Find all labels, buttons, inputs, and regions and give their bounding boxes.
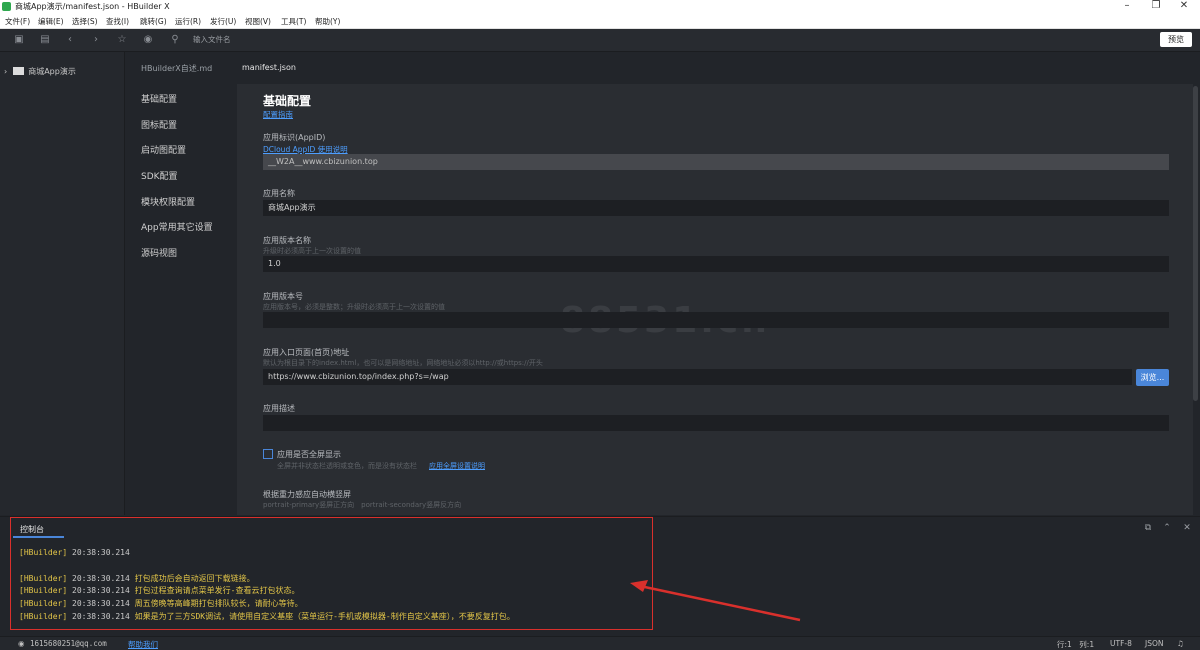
nav-other-settings[interactable]: App常用其它设置: [141, 220, 213, 233]
new-file-icon[interactable]: ▣: [12, 33, 26, 47]
forward-icon[interactable]: ›: [89, 33, 103, 47]
chevron-up-icon[interactable]: ⌃: [1161, 523, 1173, 533]
cursor-position[interactable]: 行:1 列:1: [1057, 639, 1094, 650]
maximize-panel-icon[interactable]: ⧉: [1142, 523, 1154, 533]
user-account[interactable]: 1615680251@qq.com: [30, 639, 107, 648]
guide-link[interactable]: 配置指南: [263, 109, 293, 120]
orientation-label: 根据重力感应自动横竖屏: [263, 490, 351, 499]
version-code-label: 应用版本号: [263, 292, 303, 301]
orientation-hint: portrait-primary竖屏正方向 portrait-secondary…: [263, 501, 462, 509]
section-title: 基础配置: [263, 94, 312, 108]
entry-label: 应用入口页面(首页)地址: [263, 348, 350, 357]
description-field[interactable]: [263, 415, 1169, 431]
version-code-hint: 应用版本号，必须是整数；升级时必须高于上一次设置的值: [263, 303, 445, 311]
fullscreen-help-link[interactable]: 应用全屏设置说明: [429, 461, 485, 471]
close-icon[interactable]: ✕: [1176, 0, 1192, 11]
encoding[interactable]: UTF-8: [1110, 639, 1132, 648]
annotation-highlight-box: [10, 517, 653, 630]
file-search-input[interactable]: 输入文件名: [193, 34, 231, 45]
menu-publish[interactable]: 发行(U): [210, 16, 236, 27]
help-link[interactable]: 帮助我们: [128, 639, 158, 650]
window-title: 商城App演示/manifest.json - HBuilder X: [15, 2, 170, 11]
menu-view[interactable]: 视图(V): [245, 16, 271, 27]
app-logo-icon: [2, 2, 11, 11]
entry-url-field[interactable]: https://www.cbizunion.top/index.php?s=/w…: [263, 369, 1132, 385]
tab-manifest[interactable]: manifest.json: [236, 63, 310, 77]
menu-bar: 文件(F) 编辑(E) 选择(S) 查找(I) 跳转(G) 运行(R) 发行(U…: [0, 14, 1200, 29]
status-bar: ◉ 1615680251@qq.com 帮助我们 行:1 列:1 UTF-8 J…: [0, 636, 1200, 650]
title-bar: 商城App演示/manifest.json - HBuilder X – ❐ ✕: [0, 0, 1200, 14]
name-label: 应用名称: [263, 189, 295, 198]
form-scrollbar[interactable]: [1193, 86, 1198, 401]
menu-tools[interactable]: 工具(T): [281, 16, 306, 27]
fullscreen-label: 应用是否全屏显示: [277, 450, 341, 459]
fullscreen-checkbox[interactable]: [263, 449, 273, 459]
menu-find[interactable]: 查找(I): [106, 16, 129, 27]
menu-help[interactable]: 帮助(Y): [315, 16, 340, 27]
version-code-field[interactable]: [263, 312, 1169, 328]
back-icon[interactable]: ‹: [63, 33, 77, 47]
version-name-label: 应用版本名称: [263, 236, 311, 245]
nav-source-view[interactable]: 源码视图: [141, 246, 177, 259]
menu-run[interactable]: 运行(R): [175, 16, 201, 27]
user-icon[interactable]: ◉: [18, 639, 25, 648]
version-name-field[interactable]: 1.0: [263, 256, 1169, 272]
chevron-right-icon[interactable]: ›: [4, 67, 7, 76]
description-label: 应用描述: [263, 404, 295, 413]
language-mode[interactable]: JSON: [1145, 639, 1164, 648]
star-icon[interactable]: ☆: [115, 33, 129, 47]
folder-icon: [13, 67, 25, 75]
close-panel-icon[interactable]: ✕: [1181, 523, 1193, 533]
preview-button[interactable]: 预览: [1160, 32, 1192, 47]
nav-icon[interactable]: 图标配置: [141, 118, 177, 131]
version-name-hint: 升级时必须高于上一次设置的值: [263, 247, 361, 255]
fullscreen-hint: 全屏并非状态栏透明或变色，而是没有状态栏: [277, 462, 417, 470]
nav-splash[interactable]: 启动图配置: [141, 143, 186, 156]
config-form: 88531.cn 基础配置 配置指南 应用标识(AppID) DCloud Ap…: [237, 84, 1193, 515]
appid-label: 应用标识(AppID): [263, 133, 326, 142]
run-icon[interactable]: ◉: [141, 33, 155, 47]
tab-readme[interactable]: HBuilderX自述.md: [141, 63, 212, 74]
entry-hint: 默认为根目录下的index.html，也可以是网络地址，网络地址必须以http:…: [263, 359, 543, 367]
menu-select[interactable]: 选择(S): [72, 16, 98, 27]
notification-icon[interactable]: ♫: [1177, 639, 1184, 648]
nav-permissions[interactable]: 模块权限配置: [141, 195, 195, 208]
appid-field: __W2A__www.cbizunion.top: [263, 154, 1169, 170]
menu-goto[interactable]: 跳转(G): [140, 16, 167, 27]
nav-basic[interactable]: 基础配置: [141, 92, 177, 105]
toolbar: ▣ ▤ ‹ › ☆ ◉ ⚲ 输入文件名 预览: [0, 29, 1200, 52]
browse-button[interactable]: 浏览...: [1136, 369, 1169, 386]
file-search-icon[interactable]: ⚲: [168, 33, 182, 47]
minimize-icon[interactable]: –: [1119, 0, 1135, 11]
menu-file[interactable]: 文件(F): [5, 16, 30, 27]
project-name: 商城App演示: [28, 67, 76, 76]
project-sidebar: › 商城App演示: [0, 52, 125, 515]
project-tree-item[interactable]: › 商城App演示: [4, 66, 76, 77]
menu-edit[interactable]: 编辑(E): [38, 16, 64, 27]
save-icon[interactable]: ▤: [38, 33, 52, 47]
restore-icon[interactable]: ❐: [1148, 0, 1164, 11]
app-name-field[interactable]: 商城App演示: [263, 200, 1169, 216]
nav-sdk[interactable]: SDK配置: [141, 169, 178, 182]
